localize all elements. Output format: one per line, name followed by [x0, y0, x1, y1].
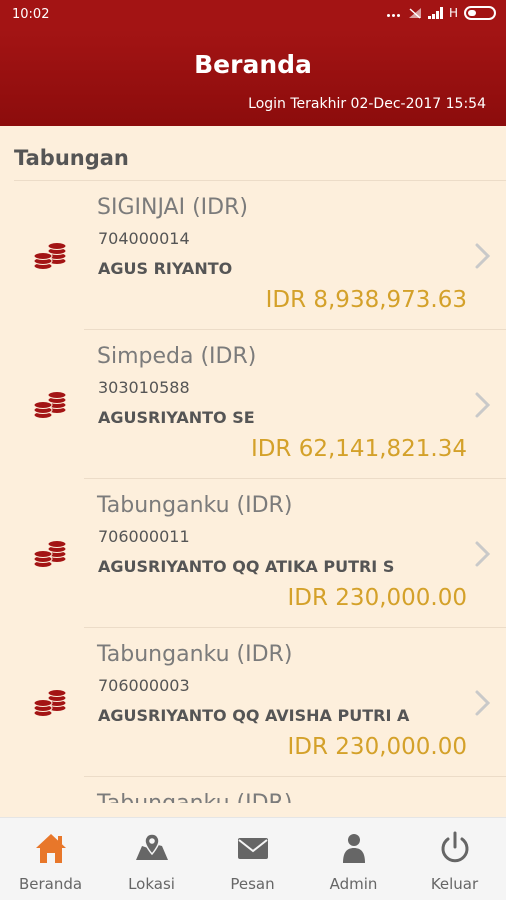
account-item[interactable]: Tabunganku (IDR) 706000011 AGUSRIYANTO QQ …	[0, 479, 506, 628]
battery-icon	[464, 6, 496, 20]
tab-label: Beranda	[18, 875, 83, 893]
account-list[interactable]: SIGINJAI (IDR) 704000014 AGUS RIYANTO IDR 8…	[0, 181, 506, 803]
account-name: Tabunganku (IDR)	[97, 791, 292, 803]
account-item[interactable]: SIGINJAI (IDR) 704000014 AGUS RIYANTO IDR 8…	[0, 181, 506, 330]
account-holder: AGUS RIYANTO	[98, 259, 233, 278]
page-title: Beranda	[194, 50, 312, 79]
coin-stack-icon	[33, 540, 67, 568]
account-name: Simpeda (IDR)	[97, 344, 257, 369]
app-header: Beranda Login Terakhir 02-Dec-2017 15:54	[0, 30, 506, 126]
chevron-right-icon	[475, 392, 491, 418]
tab-admin[interactable]: Admin	[303, 818, 404, 900]
tab-keluar[interactable]: Keluar	[404, 818, 505, 900]
signal-icon	[427, 7, 443, 19]
tab-lokasi[interactable]: Lokasi	[101, 818, 202, 900]
network-type: H	[448, 6, 458, 20]
bottom-tab-bar: Beranda Lokasi Pesan Admin Keluar	[0, 817, 506, 900]
coin-stack-icon	[33, 689, 67, 717]
account-item[interactable]: Tabunganku (IDR) 706000003 AGUSRIYANTO QQ …	[0, 628, 506, 777]
tab-label: Keluar	[430, 875, 479, 893]
map-icon	[135, 833, 168, 860]
account-balance: IDR 62,141,821.34	[250, 436, 467, 462]
account-holder: AGUSRIYANTO SE	[98, 408, 255, 427]
status-bar: 10:02 H	[0, 0, 506, 30]
account-item[interactable]: Simpeda (IDR) 303010588 AGUSRIYANTO SE IDR …	[0, 330, 506, 479]
account-number: 303010588	[98, 378, 190, 397]
account-balance: IDR 230,000.00	[287, 585, 467, 611]
account-number: 706000011	[98, 527, 190, 546]
notification-dots-icon	[386, 6, 402, 20]
mail-icon	[237, 838, 268, 859]
user-icon	[342, 834, 365, 863]
tab-label: Admin	[329, 875, 378, 893]
account-name: Tabunganku (IDR)	[97, 493, 293, 518]
section-title: Tabungan	[14, 146, 129, 170]
account-name: SIGINJAI (IDR)	[97, 195, 248, 220]
chevron-right-icon	[475, 243, 491, 269]
status-time: 10:02	[12, 7, 50, 22]
account-name: Tabunganku (IDR)	[97, 642, 293, 667]
last-login-text: Login Terakhir 02-Dec-2017 15:54	[248, 96, 486, 112]
coin-stack-icon	[33, 391, 67, 419]
account-number: 704000014	[98, 229, 190, 248]
account-balance: IDR 230,000.00	[287, 734, 467, 760]
chevron-right-icon	[475, 690, 491, 716]
account-balance: IDR 8,938,973.63	[265, 287, 467, 313]
tab-pesan[interactable]: Pesan	[202, 818, 303, 900]
account-number: 706000003	[98, 676, 190, 695]
coin-stack-icon	[33, 242, 67, 270]
tab-label: Lokasi	[128, 875, 175, 893]
tab-beranda[interactable]: Beranda	[0, 818, 101, 900]
home-icon	[35, 834, 66, 863]
status-icons: H	[386, 6, 496, 20]
signal-crossed-icon	[408, 8, 421, 19]
chevron-right-icon	[475, 541, 491, 567]
tab-label: Pesan	[230, 875, 275, 893]
power-icon	[441, 831, 468, 863]
account-holder: AGUSRIYANTO QQ AVISHA PUTRI A	[98, 706, 410, 725]
account-item[interactable]: Tabunganku (IDR)	[0, 777, 506, 803]
account-holder: AGUSRIYANTO QQ ATIKA PUTRI S	[98, 557, 395, 576]
